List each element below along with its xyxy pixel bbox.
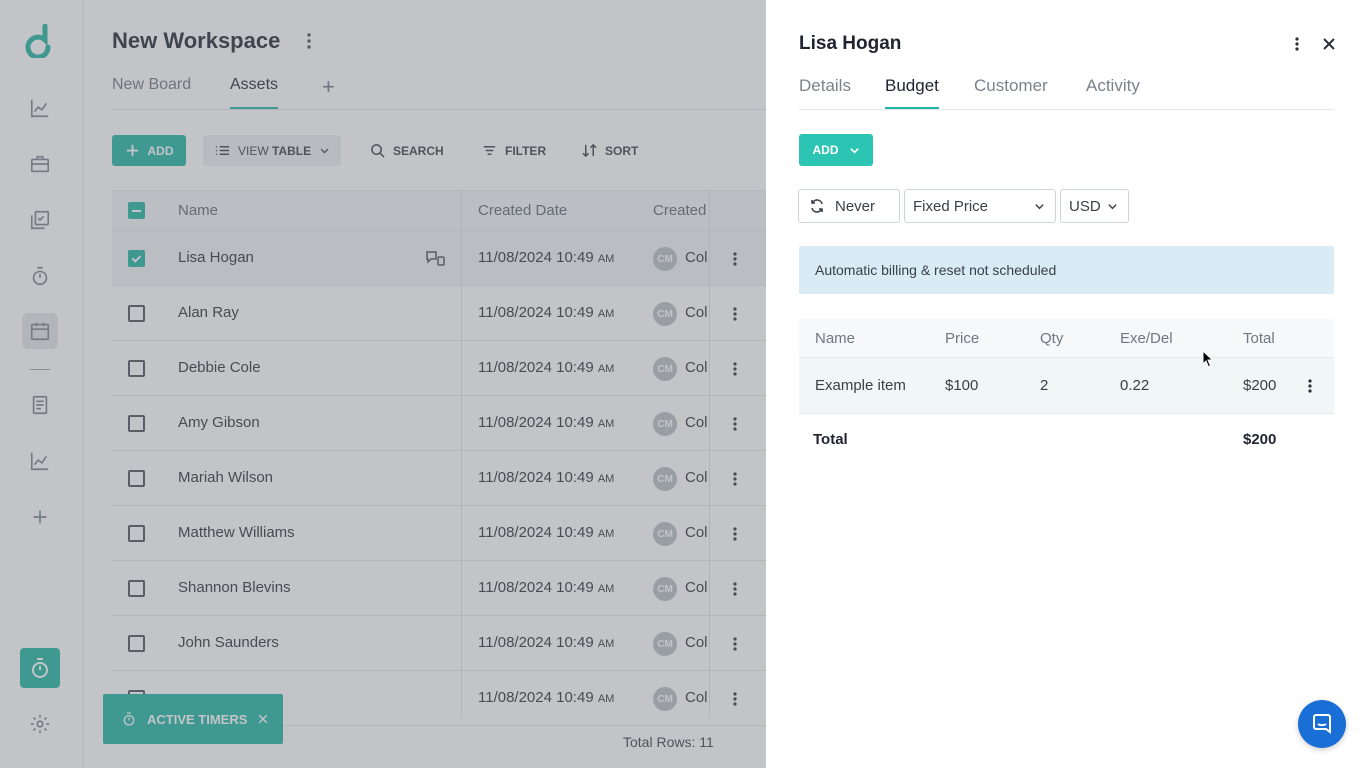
- budget-item-price: $100: [945, 377, 979, 394]
- currency-select[interactable]: USD: [1060, 189, 1129, 223]
- budget-total-row: Total $200: [799, 414, 1334, 464]
- budget-col-name: Name: [815, 330, 856, 347]
- chevron-down-icon: [849, 147, 859, 154]
- chevron-down-icon: [1035, 203, 1044, 209]
- budget-add-button[interactable]: ADD: [799, 134, 873, 166]
- chat-icon: [1313, 714, 1331, 734]
- budget-col-price: Price: [945, 330, 980, 347]
- panel-menu-icon[interactable]: [1290, 34, 1304, 54]
- detail-panel: Lisa Hogan Details Budget Customer Activ…: [766, 0, 1366, 768]
- row-menu-icon[interactable]: [1305, 376, 1315, 396]
- budget-item-name: Example item: [815, 377, 906, 394]
- pricing-value: Fixed Price: [913, 197, 989, 215]
- budget-table-header: Name Price Qty Exe/Del Total: [799, 319, 1334, 358]
- pricing-select[interactable]: Fixed Price: [904, 189, 1056, 223]
- budget-col-qty: Qty: [1040, 330, 1064, 347]
- tab-activity[interactable]: Activity: [1086, 76, 1140, 96]
- budget-col-total: Total: [1243, 330, 1275, 347]
- panel-tabs: Details Budget Customer Activity: [799, 76, 1334, 110]
- recurrence-button[interactable]: Never: [798, 189, 900, 223]
- recurrence-value: Never: [835, 197, 876, 215]
- close-icon[interactable]: [1319, 34, 1339, 54]
- budget-add-label: ADD: [812, 143, 839, 157]
- budget-item-exe-del: 0.22: [1120, 377, 1150, 394]
- budget-row[interactable]: Example item $100 2 0.22 $200: [799, 358, 1334, 414]
- modal-overlay[interactable]: [0, 0, 766, 768]
- budget-item-total: $200: [1243, 377, 1277, 394]
- budget-total-value: $200: [1243, 431, 1277, 448]
- refresh-icon: [811, 199, 823, 213]
- billing-notice: Automatic billing & reset not scheduled: [799, 246, 1334, 294]
- chat-button[interactable]: [1298, 700, 1346, 748]
- budget-col-exe-del: Exe/Del: [1120, 330, 1173, 347]
- panel-title: Lisa Hogan: [799, 33, 902, 54]
- tab-budget[interactable]: Budget: [885, 76, 939, 109]
- tab-details[interactable]: Details: [799, 76, 851, 96]
- tab-customer[interactable]: Customer: [974, 76, 1048, 96]
- mouse-cursor-icon: [1202, 350, 1214, 368]
- currency-value: USD: [1069, 197, 1101, 215]
- chevron-down-icon: [1108, 203, 1117, 209]
- budget-item-qty: 2: [1040, 377, 1049, 394]
- budget-total-label: Total: [813, 431, 848, 448]
